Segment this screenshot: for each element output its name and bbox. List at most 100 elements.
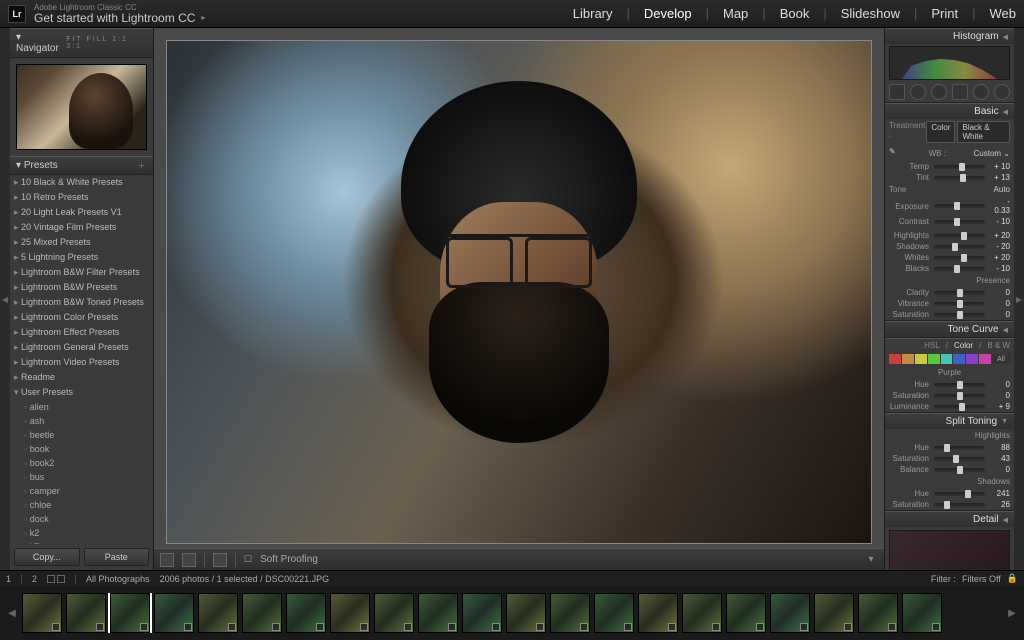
slider-saturation[interactable]: Saturation43 [885,453,1014,464]
slider-highlights[interactable]: Highlights+ 20 [885,230,1014,241]
presets-add-icon[interactable]: ＋ [138,161,147,171]
filmstrip-scroll-left[interactable]: ◀ [6,590,18,636]
histogram-title[interactable]: Histogram [953,31,999,42]
filmstrip-thumb[interactable] [418,593,458,633]
slider-whites[interactable]: Whites+ 20 [885,252,1014,263]
filmstrip-thumb[interactable] [110,593,150,633]
color-swatch[interactable] [915,354,927,364]
filmstrip-thumb[interactable] [594,593,634,633]
preset-folder[interactable]: Lightroom General Presets [10,340,153,355]
filmstrip-thumb[interactable] [154,593,194,633]
module-web[interactable]: Web [990,6,1017,21]
module-print[interactable]: Print [931,6,958,21]
ref-view-icon[interactable] [213,553,227,567]
module-map[interactable]: Map [723,6,748,21]
treatment-color[interactable]: Color [926,121,955,143]
slider-shadows[interactable]: Shadows- 20 [885,241,1014,252]
before-after-icon[interactable] [182,553,196,567]
image-canvas[interactable] [166,40,872,544]
preset-folder-user[interactable]: User Presets [10,385,153,400]
slider-hue[interactable]: Hue0 [885,379,1014,390]
user-preset[interactable]: beetle [10,428,153,442]
color-swatch[interactable] [953,354,965,364]
slider-balance[interactable]: Balance0 [885,464,1014,475]
page-1[interactable]: 1 [6,574,11,584]
slider-contrast[interactable]: Contrast- 10 [885,216,1014,227]
slider-temp[interactable]: Temp+ 10 [885,161,1014,172]
splittoning-title[interactable]: Split Toning [946,416,998,427]
preset-folder[interactable]: Lightroom Color Presets [10,310,153,325]
left-panel-collapse[interactable] [0,28,10,570]
soft-proofing-toggle[interactable]: Soft Proofing [260,554,318,565]
preset-folder[interactable]: Readme [10,370,153,385]
color-swatch[interactable] [941,354,953,364]
filmstrip-thumb[interactable] [198,593,238,633]
preset-folder[interactable]: 20 Light Leak Presets V1 [10,205,153,220]
slider-exposure[interactable]: Exposure- 0.33 [885,196,1014,216]
hsl-tab-hsl[interactable]: HSL [924,341,940,350]
slider-hue[interactable]: Hue88 [885,442,1014,453]
navigator-preview[interactable] [10,58,153,156]
preset-folder[interactable]: Lightroom B&W Filter Presets [10,265,153,280]
filmstrip-thumb[interactable] [682,593,722,633]
grad-filter-icon[interactable] [952,84,968,100]
preset-folder[interactable]: 25 Mixed Presets [10,235,153,250]
slider-vibrance[interactable]: Vibrance0 [885,298,1014,309]
filmstrip-thumb[interactable] [286,593,326,633]
preset-folder[interactable]: Lightroom Video Presets [10,355,153,370]
collection-name[interactable]: All Photographs [86,574,150,584]
slider-clarity[interactable]: Clarity0 [885,287,1014,298]
user-preset[interactable]: alien [10,400,153,414]
filmstrip-thumb[interactable] [22,593,62,633]
page-2[interactable]: 2 [32,574,37,584]
navigator-zoom-options[interactable]: FIT FILL 1:1 3:1 [66,36,147,50]
wb-preset-dropdown[interactable]: Custom ⌄ [974,149,1011,158]
tonecurve-title[interactable]: Tone Curve [947,324,998,335]
identity-dropdown-icon[interactable]: ▸ [201,14,205,22]
preset-folder[interactable]: 10 Black & White Presets [10,175,153,190]
filter-lock-icon[interactable]: 🔒 [1007,573,1018,584]
brush-tool-icon[interactable] [994,84,1010,100]
user-preset[interactable]: dock [10,512,153,526]
spot-removal-icon[interactable] [910,84,926,100]
preset-folder[interactable]: 10 Retro Presets [10,190,153,205]
user-preset[interactable]: chloe [10,498,153,512]
sort-icon[interactable] [57,575,65,583]
radial-filter-icon[interactable] [973,84,989,100]
filmstrip-thumb[interactable] [66,593,106,633]
app-tagline[interactable]: Get started with Lightroom CC [34,12,195,24]
right-panel-collapse[interactable] [1014,28,1024,570]
user-preset[interactable]: book [10,442,153,456]
hsl-tab-bw[interactable]: B & W [987,341,1010,350]
preset-folder[interactable]: Lightroom B&W Toned Presets [10,295,153,310]
module-book[interactable]: Book [780,6,810,21]
filmstrip-thumb[interactable] [858,593,898,633]
loupe-view-icon[interactable] [160,553,174,567]
filter-dropdown[interactable]: Filters Off [962,574,1001,584]
module-develop[interactable]: Develop [644,6,692,21]
preset-folder[interactable]: Lightroom Effect Presets [10,325,153,340]
color-swatch[interactable] [979,354,991,364]
filmstrip-thumb[interactable] [638,593,678,633]
hsl-tab-color[interactable]: Color [954,341,973,350]
paste-button[interactable]: Paste [84,548,150,566]
filmstrip-thumb[interactable] [462,593,502,633]
detail-preview[interactable] [889,530,1010,574]
slider-blacks[interactable]: Blacks- 10 [885,263,1014,274]
filmstrip-thumb[interactable] [550,593,590,633]
toolbar-menu-icon[interactable]: ▾ [864,553,878,567]
preset-folder[interactable]: Lightroom B&W Presets [10,280,153,295]
color-swatch-all[interactable]: All [992,354,1010,364]
copy-button[interactable]: Copy... [14,548,80,566]
module-slideshow[interactable]: Slideshow [841,6,900,21]
preset-folder[interactable]: 5 Lightning Presets [10,250,153,265]
wb-eyedropper-icon[interactable]: ✎ [889,147,901,159]
presets-header[interactable]: ▾ Presets ＋ [10,156,153,175]
color-swatch[interactable] [889,354,901,364]
navigator-header[interactable]: ▾ Navigator FIT FILL 1:1 3:1 [10,28,153,58]
crop-tool-icon[interactable] [889,84,905,100]
filmstrip-scroll-right[interactable]: ▶ [1006,590,1018,636]
user-preset[interactable]: book2 [10,456,153,470]
color-swatch[interactable] [928,354,940,364]
slider-saturation[interactable]: Saturation26 [885,499,1014,510]
